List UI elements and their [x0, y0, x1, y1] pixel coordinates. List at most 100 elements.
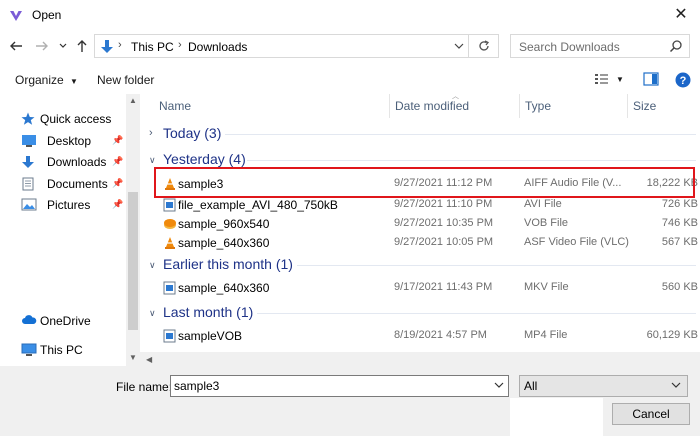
cancel-button[interactable]: Cancel: [612, 403, 690, 425]
collapse-chevron-icon: ∨: [149, 308, 156, 318]
group-label: Today (3): [163, 125, 222, 141]
column-header-name[interactable]: Name: [159, 99, 191, 113]
nav-item-label: Pictures: [47, 198, 91, 212]
navigation-scrollbar[interactable]: ▲ ▼: [126, 94, 140, 366]
column-header-size[interactable]: Size: [633, 99, 656, 113]
file-name: sampleVOB: [178, 329, 243, 343]
recent-locations-chevron-icon[interactable]: [58, 38, 68, 54]
column-divider[interactable]: [519, 94, 520, 118]
pc-icon: [21, 343, 37, 356]
nav-item-pictures[interactable]: Pictures 📌: [0, 195, 126, 215]
organize-button[interactable]: Organize ▼: [15, 73, 78, 87]
scroll-down-icon[interactable]: ▼: [129, 353, 137, 362]
file-type: ASF Video File (VLC): [524, 236, 629, 248]
nav-item-quick-access[interactable]: Quick access: [0, 109, 126, 129]
file-row[interactable]: sample3 9/27/2021 11:12 PM AIFF Audio Fi…: [153, 174, 698, 194]
file-date: 9/27/2021 10:05 PM: [394, 236, 494, 248]
vlc-cone-icon: [165, 237, 175, 249]
file-list: Name ︿ Date modified Type Size › Today (…: [145, 94, 700, 352]
search-icon: [669, 40, 682, 53]
close-button[interactable]: ✕: [668, 4, 694, 26]
nav-item-documents[interactable]: Documents 📌: [0, 174, 126, 194]
organize-dropdown-icon: ▼: [70, 77, 78, 86]
group-divider: [257, 313, 696, 314]
preview-pane-icon[interactable]: [643, 72, 659, 86]
group-divider: [247, 160, 696, 161]
file-name-field[interactable]: sample3: [170, 375, 509, 397]
file-row[interactable]: file_example_AVI_480_750kB 9/27/2021 11:…: [153, 195, 698, 215]
address-dropdown-icon[interactable]: [454, 41, 464, 51]
file-date: 9/27/2021 10:35 PM: [394, 217, 494, 229]
file-name: sample_960x540: [178, 217, 270, 231]
window-title: Open: [32, 8, 62, 22]
title-bar: Open ✕: [0, 0, 700, 30]
search-placeholder: Search Downloads: [519, 40, 620, 54]
organize-label: Organize: [15, 73, 64, 87]
documents-icon: [22, 177, 34, 191]
file-size: 560 KB: [661, 281, 698, 293]
column-header-type[interactable]: Type: [525, 99, 551, 113]
group-divider: [225, 134, 696, 135]
nav-item-onedrive[interactable]: OneDrive: [0, 311, 126, 331]
refresh-button[interactable]: [468, 35, 498, 57]
file-size: 567 KB: [661, 236, 698, 248]
scroll-up-icon[interactable]: ▲: [129, 96, 137, 105]
nav-item-label: Documents: [47, 177, 108, 191]
file-name-label: File name:: [116, 380, 173, 394]
column-divider[interactable]: [627, 94, 628, 118]
open-button-area: [510, 398, 603, 436]
back-arrow-icon[interactable]: [8, 38, 24, 54]
breadcrumb-this-pc[interactable]: This PC: [131, 40, 174, 54]
view-options-icon[interactable]: [594, 72, 610, 86]
file-row[interactable]: sampleVOB 8/19/2021 4:57 PM MP4 File 60,…: [153, 326, 698, 346]
breadcrumb-downloads[interactable]: Downloads: [188, 40, 247, 54]
file-name: file_example_AVI_480_750kB: [178, 198, 338, 212]
horizontal-scrollbar[interactable]: ◀: [140, 352, 700, 366]
command-bar: Organize ▼ New folder ▼ ?: [0, 64, 700, 94]
file-name: sample3: [178, 177, 224, 191]
nav-item-label: OneDrive: [40, 314, 91, 328]
nav-item-desktop[interactable]: Desktop 📌: [0, 131, 126, 151]
pictures-icon: [21, 198, 37, 211]
file-type: MKV File: [524, 281, 569, 293]
nav-item-label: This PC: [40, 343, 83, 357]
file-type: AIFF Audio File (V...: [524, 177, 622, 189]
file-type-select[interactable]: All: [519, 375, 688, 397]
pin-icon: 📌: [112, 178, 124, 188]
group-header-last-month[interactable]: ∨ Last month (1): [145, 302, 700, 324]
view-dropdown-icon[interactable]: ▼: [616, 75, 624, 84]
file-type-dropdown-icon: [671, 382, 681, 388]
scroll-left-icon[interactable]: ◀: [146, 355, 152, 364]
nav-item-label: Desktop: [47, 134, 92, 148]
group-label: Yesterday (4): [163, 151, 246, 167]
column-header-date[interactable]: Date modified: [395, 99, 469, 113]
file-row[interactable]: sample_640x360 9/27/2021 10:05 PM ASF Vi…: [153, 233, 698, 253]
star-icon: [21, 112, 35, 125]
file-row[interactable]: sample_960x540 9/27/2021 10:35 PM VOB Fi…: [153, 214, 698, 234]
group-header-earlier-this-month[interactable]: ∨ Earlier this month (1): [145, 254, 700, 276]
app-logo-icon: [10, 11, 22, 21]
column-divider[interactable]: [389, 94, 390, 118]
search-box[interactable]: Search Downloads: [510, 34, 690, 58]
scrollbar-thumb[interactable]: [128, 192, 138, 330]
file-row[interactable]: sample_640x360 9/17/2021 11:43 PM MKV Fi…: [153, 278, 698, 298]
group-header-yesterday[interactable]: ∨ Yesterday (4): [145, 149, 700, 171]
file-type: MP4 File: [524, 329, 568, 341]
download-icon: [22, 156, 34, 168]
file-type: AVI File: [524, 198, 562, 210]
group-header-today[interactable]: › Today (3): [145, 123, 700, 145]
file-name-dropdown-icon[interactable]: [494, 380, 504, 390]
up-arrow-icon[interactable]: [74, 38, 90, 54]
column-headers: Name ︿ Date modified Type Size: [145, 94, 700, 118]
new-folder-button[interactable]: New folder: [97, 73, 154, 87]
nav-item-downloads[interactable]: Downloads 📌: [0, 152, 126, 172]
forward-arrow-icon[interactable]: [34, 38, 50, 54]
file-name: sample_640x360: [178, 281, 270, 295]
file-type-value: All: [524, 379, 538, 393]
file-name-value: sample3: [174, 379, 220, 393]
help-icon[interactable]: ?: [675, 72, 691, 88]
address-bar[interactable]: › This PC › Downloads: [94, 34, 499, 58]
file-size: 60,129 KB: [646, 329, 698, 341]
group-label: Earlier this month (1): [163, 256, 293, 272]
nav-item-this-pc[interactable]: This PC: [0, 340, 126, 360]
